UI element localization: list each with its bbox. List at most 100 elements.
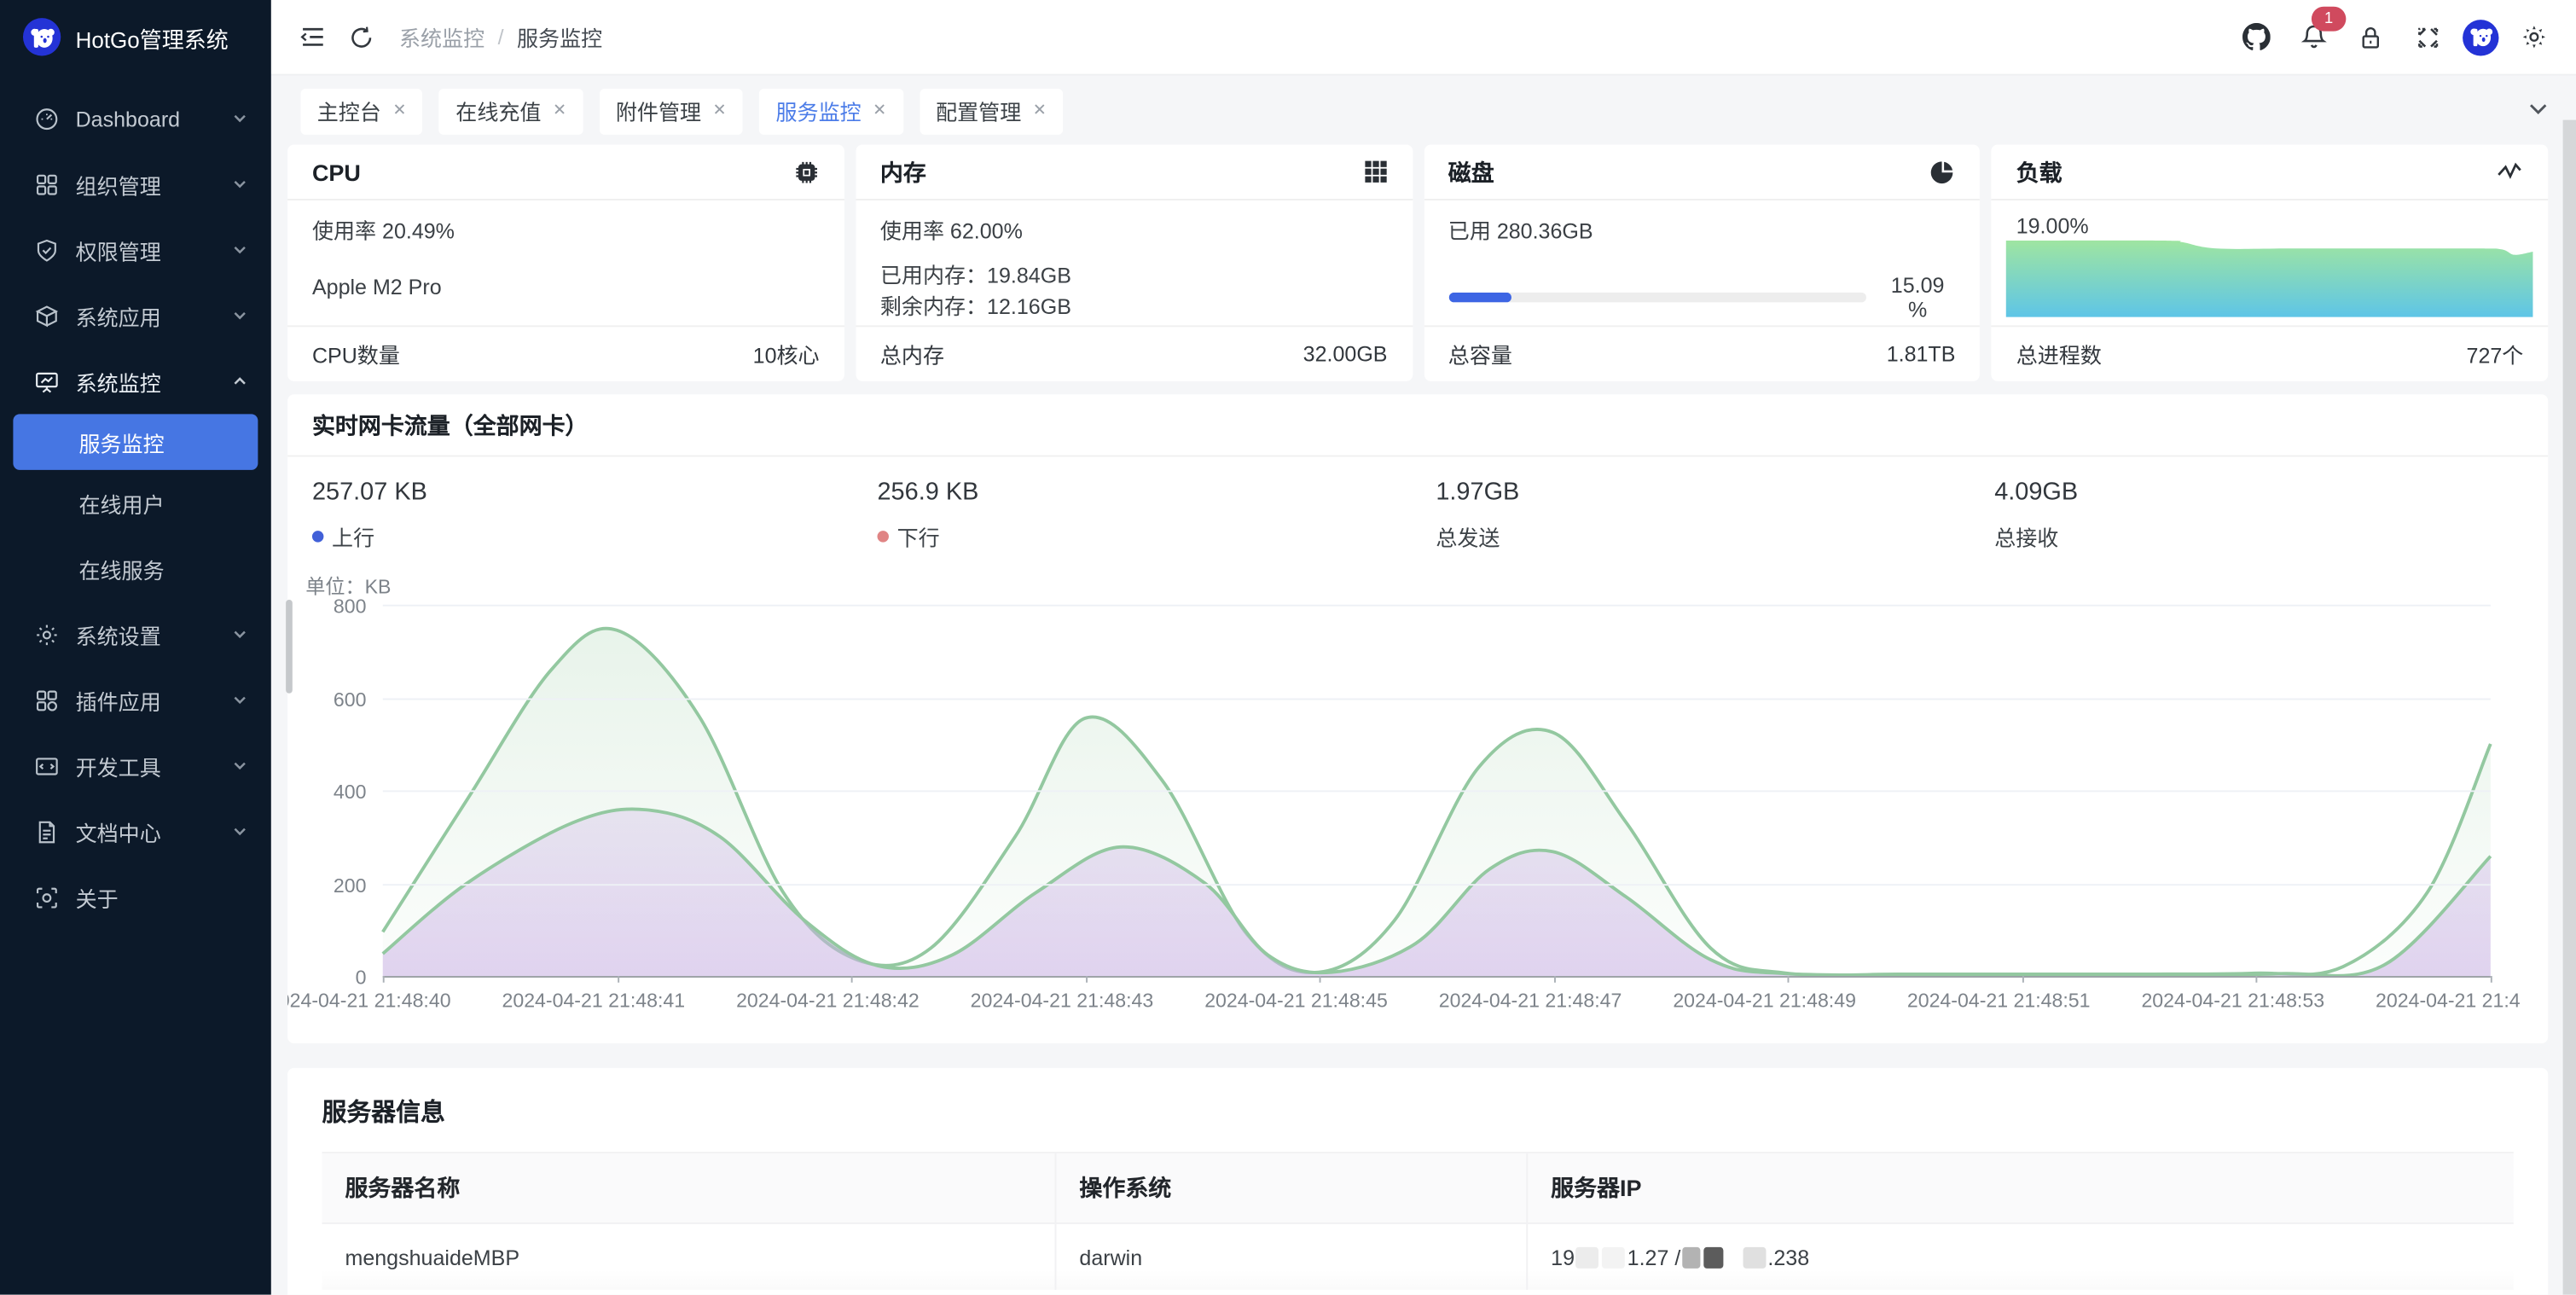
gridline bbox=[383, 883, 2491, 885]
cpu-model-text: Apple M2 Pro bbox=[312, 275, 820, 299]
y-tick-label: 200 bbox=[291, 874, 367, 897]
x-tick-label: 2024-04-21 21:48:40 bbox=[287, 989, 451, 1012]
load-value-text: 19.00% bbox=[2016, 213, 2524, 238]
chevron-down-icon bbox=[232, 758, 248, 774]
sidebar-subitem-online-users[interactable]: 在线用户 bbox=[0, 470, 271, 536]
gear-icon bbox=[33, 621, 60, 648]
memory-card-title: 内存 bbox=[880, 155, 926, 189]
monitor-chart-icon bbox=[33, 368, 60, 394]
tab-console[interactable]: 主控台 ✕ bbox=[300, 88, 422, 134]
sidebar-item-plugins[interactable]: 插件应用 bbox=[0, 667, 271, 733]
sidebar-item-dashboard[interactable]: Dashboard bbox=[0, 85, 271, 151]
tab-close-icon[interactable]: ✕ bbox=[553, 102, 566, 119]
sidebar-item-label: 系统监控 bbox=[76, 366, 216, 398]
x-tick-mark bbox=[383, 976, 385, 983]
sidebar-item-dev-tools[interactable]: 开发工具 bbox=[0, 733, 271, 798]
breadcrumb-separator: / bbox=[498, 25, 504, 49]
user-avatar[interactable] bbox=[2463, 19, 2498, 55]
refresh-icon[interactable] bbox=[337, 12, 386, 61]
content-scrollbar-thumb[interactable] bbox=[286, 600, 293, 694]
x-axis-line bbox=[383, 976, 2491, 978]
load-card-title: 负载 bbox=[2016, 155, 2063, 189]
y-tick-label: 800 bbox=[291, 595, 367, 618]
tab-service-monitor[interactable]: 服务监控 ✕ bbox=[759, 88, 902, 134]
cube-icon bbox=[33, 302, 60, 328]
x-tick-label: 2024-04-21 21:48:49 bbox=[1673, 989, 1856, 1012]
x-tick-mark bbox=[1320, 976, 1321, 983]
col-server-name: 服务器名称 bbox=[322, 1153, 1056, 1222]
traffic-stat-down: 256.9 KB 下行 bbox=[877, 478, 978, 552]
ip-redaction-block bbox=[1726, 1246, 1739, 1268]
notification-bell[interactable]: 1 bbox=[2290, 12, 2336, 61]
sidebar-subitem-service-monitor[interactable]: 服务监控 bbox=[13, 414, 258, 469]
x-tick-label: 2024-04-21 21:4 bbox=[2376, 989, 2521, 1012]
tab-label: 主控台 bbox=[317, 96, 381, 127]
tab-close-icon[interactable]: ✕ bbox=[1033, 102, 1047, 119]
x-tick-mark bbox=[2491, 976, 2492, 983]
ip-redaction-block bbox=[1703, 1246, 1723, 1268]
server-info-title: 服务器信息 bbox=[287, 1068, 2548, 1129]
sidebar-item-permission[interactable]: 权限管理 bbox=[0, 217, 271, 282]
koala-logo-icon bbox=[23, 18, 61, 55]
dev-tools-icon bbox=[33, 752, 60, 779]
tab-attachments[interactable]: 附件管理 ✕ bbox=[600, 88, 743, 134]
sidebar-item-about[interactable]: 关于 bbox=[0, 864, 271, 930]
sidebar-subitem-online-services[interactable]: 在线服务 bbox=[0, 536, 271, 601]
sidebar-item-system-settings[interactable]: 系统设置 bbox=[0, 601, 271, 667]
memory-usage-text: 使用率 62.00% bbox=[880, 213, 1388, 245]
ip-redaction-block bbox=[1576, 1246, 1599, 1268]
server-info-card: 服务器信息 服务器名称 操作系统 服务器IP mengshuaideMBP da… bbox=[287, 1068, 2548, 1295]
sidebar-item-org[interactable]: 组织管理 bbox=[0, 151, 271, 217]
x-tick-mark bbox=[851, 976, 853, 983]
content: CPU 使用率 20.49% Apple M2 Pro CPU数量 10核心 bbox=[287, 144, 2548, 1294]
sidebar-item-label: 插件应用 bbox=[76, 684, 216, 716]
disk-progress-fill bbox=[1448, 293, 1511, 303]
disk-used-text: 已用 280.36GB bbox=[1448, 213, 1956, 245]
sidebar-item-label: 文档中心 bbox=[76, 816, 216, 847]
traffic-stat-received: 4.09GB 总接收 bbox=[1994, 478, 2078, 552]
chevron-down-icon bbox=[232, 241, 248, 258]
vertical-scrollbar[interactable] bbox=[2563, 120, 2576, 1295]
tab-close-icon[interactable]: ✕ bbox=[873, 102, 886, 119]
menu-fold-icon[interactable] bbox=[287, 12, 337, 61]
tab-close-icon[interactable]: ✕ bbox=[713, 102, 727, 119]
document-icon bbox=[33, 818, 60, 845]
server-name-cell: mengshuaideMBP bbox=[322, 1224, 1056, 1290]
sidebar-item-system-monitor[interactable]: 系统监控 bbox=[0, 348, 271, 414]
cpu-footer-label: CPU数量 bbox=[312, 339, 400, 370]
tab-list-chevron-icon[interactable] bbox=[2523, 94, 2553, 124]
tab-close-icon[interactable]: ✕ bbox=[392, 102, 406, 119]
memory-grid-icon bbox=[1363, 160, 1388, 184]
col-os: 操作系统 bbox=[1056, 1153, 1528, 1222]
settings-gear-icon[interactable] bbox=[2510, 12, 2556, 61]
sidebar-item-docs[interactable]: 文档中心 bbox=[0, 798, 271, 864]
notification-badge: 1 bbox=[2312, 6, 2346, 31]
breadcrumb-parent[interactable]: 系统监控 bbox=[399, 21, 484, 53]
ip-redaction-block bbox=[1603, 1246, 1626, 1268]
shield-check-icon bbox=[33, 236, 60, 263]
load-footer-value: 727个 bbox=[2467, 339, 2524, 370]
y-tick-label: 0 bbox=[291, 966, 367, 989]
legend-dot-up bbox=[312, 531, 323, 542]
app-logo[interactable]: HotGo管理系统 bbox=[0, 0, 271, 55]
lock-icon[interactable] bbox=[2347, 12, 2393, 61]
chevron-down-icon bbox=[232, 176, 248, 192]
tab-recharge[interactable]: 在线充值 ✕ bbox=[439, 88, 583, 134]
sidebar-item-system-app[interactable]: 系统应用 bbox=[0, 282, 271, 348]
chevron-down-icon bbox=[232, 307, 248, 323]
traffic-stat-sent: 1.97GB 总发送 bbox=[1436, 478, 1519, 552]
chevron-down-icon bbox=[232, 692, 248, 708]
traffic-stats-row: 257.07 KB 上行 256.9 KB 下行 1.97GB 总发送 4.09… bbox=[287, 478, 2548, 563]
sidebar-item-label: 系统应用 bbox=[76, 299, 216, 331]
tab-label: 配置管理 bbox=[936, 96, 1021, 127]
fullscreen-icon[interactable] bbox=[2405, 12, 2451, 61]
tab-config[interactable]: 配置管理 ✕ bbox=[920, 88, 1063, 134]
x-tick-mark bbox=[1085, 976, 1087, 983]
chevron-down-icon bbox=[232, 110, 248, 126]
github-icon[interactable] bbox=[2232, 12, 2278, 61]
load-footer-label: 总进程数 bbox=[2016, 339, 2102, 370]
disk-percent-text: 15.09 % bbox=[1880, 273, 1956, 322]
load-card: 负载 19.00% 总进程数 727个 bbox=[1992, 144, 2548, 380]
gridline bbox=[383, 790, 2491, 792]
cpu-footer-value: 10核心 bbox=[753, 339, 820, 370]
